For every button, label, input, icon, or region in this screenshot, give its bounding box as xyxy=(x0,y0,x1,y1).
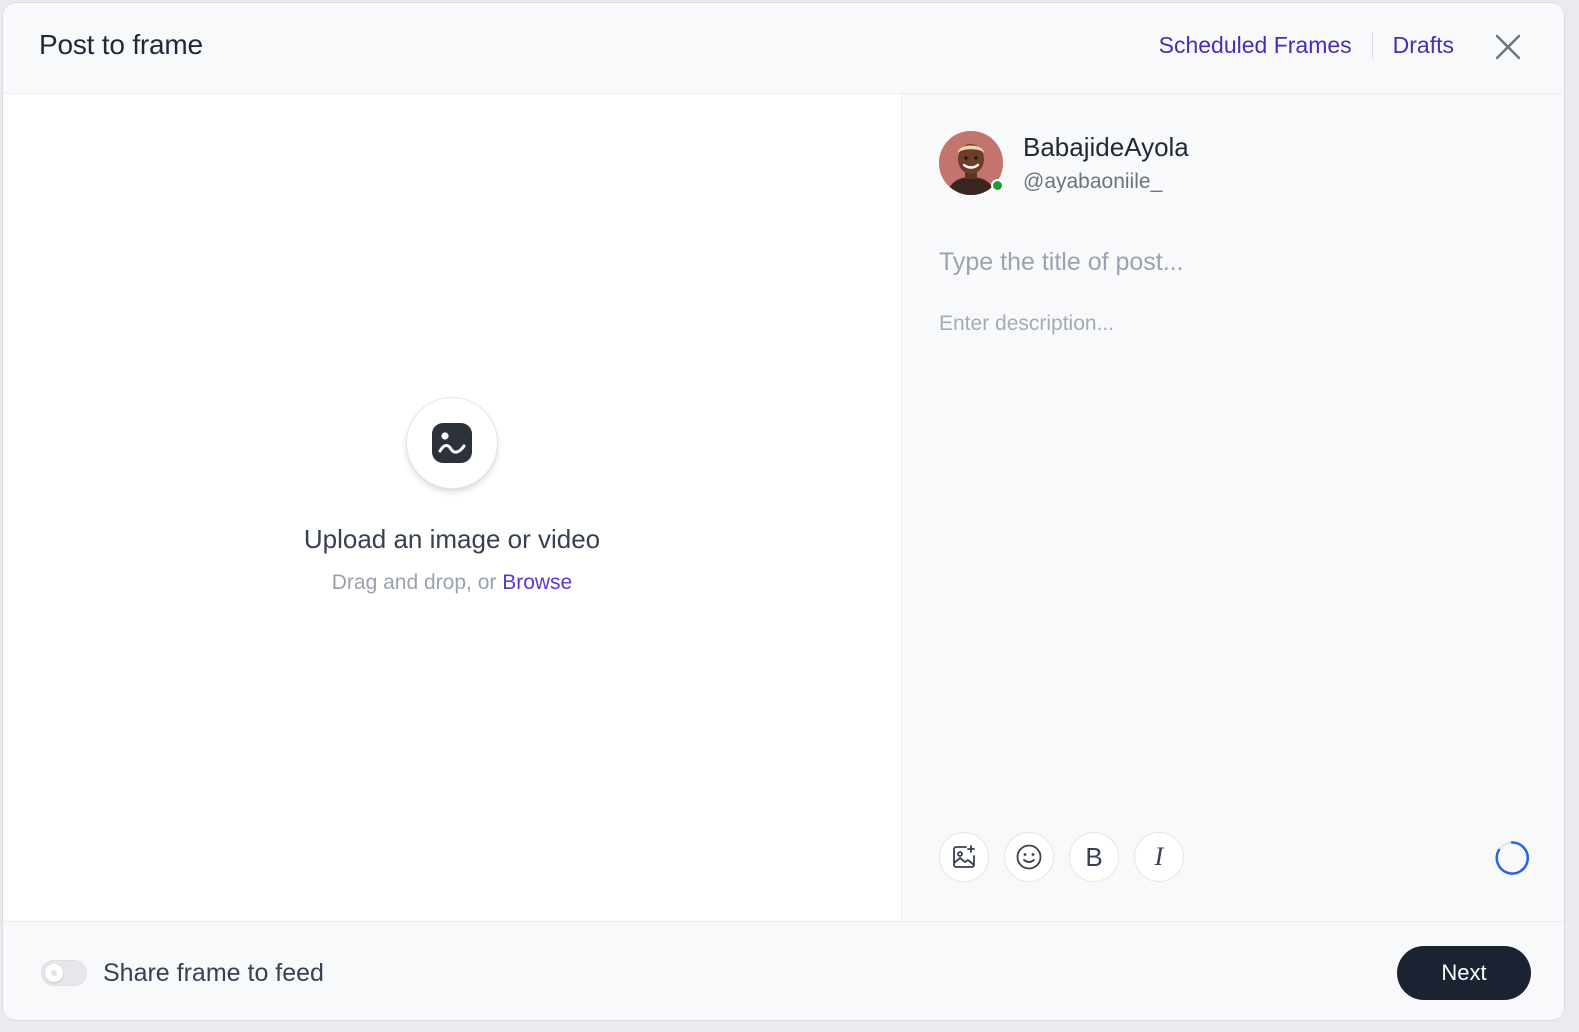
upload-subtitle: Drag and drop, or Browse xyxy=(3,571,901,595)
next-button[interactable]: Next xyxy=(1397,946,1531,1000)
modal-header: Post to frame Scheduled Frames Drafts xyxy=(3,3,1564,94)
close-icon[interactable] xyxy=(1492,31,1524,63)
upload-hint: Drag and drop, or xyxy=(331,571,503,594)
browse-link[interactable]: Browse xyxy=(502,571,572,594)
upload-dropzone[interactable]: Upload an image or video Drag and drop, … xyxy=(3,94,902,920)
italic-button[interactable]: I xyxy=(1134,832,1184,882)
add-image-button[interactable] xyxy=(939,832,989,882)
upload-button[interactable] xyxy=(406,397,498,489)
header-divider xyxy=(1371,31,1373,59)
modal-title: Post to frame xyxy=(39,29,203,60)
online-status-indicator xyxy=(991,179,1004,192)
add-image-icon xyxy=(953,845,975,868)
user-handle: @ayabaoniile_ xyxy=(1023,170,1163,193)
character-count-ring-icon xyxy=(1494,840,1530,876)
post-title-input[interactable] xyxy=(939,242,1499,282)
bold-button[interactable]: B xyxy=(1069,832,1119,882)
header-links: Scheduled Frames Drafts xyxy=(1159,31,1454,59)
share-to-feed-toggle[interactable] xyxy=(41,960,87,986)
formatting-toolbar: B I xyxy=(939,832,1199,882)
italic-icon: I xyxy=(1154,842,1164,871)
user-name: BabajideAyola xyxy=(1023,132,1189,162)
post-to-frame-modal: Post to frame Scheduled Frames Drafts Up… xyxy=(2,2,1565,1021)
composer-panel: BabajideAyola @ayabaoniile_ Type the tit… xyxy=(902,94,1564,920)
upload-title: Upload an image or video xyxy=(303,524,601,554)
share-to-feed-label: Share frame to feed xyxy=(103,959,324,987)
post-description-input[interactable] xyxy=(939,312,1519,792)
drafts-link[interactable]: Drafts xyxy=(1393,32,1454,59)
scheduled-frames-link[interactable]: Scheduled Frames xyxy=(1159,32,1352,59)
emoji-icon xyxy=(1016,844,1042,870)
modal-footer: Share frame to feed Next xyxy=(3,921,1564,1020)
image-icon xyxy=(432,423,472,463)
emoji-button[interactable] xyxy=(1004,832,1054,882)
bold-icon: B xyxy=(1085,842,1103,872)
toggle-knob xyxy=(45,964,63,982)
